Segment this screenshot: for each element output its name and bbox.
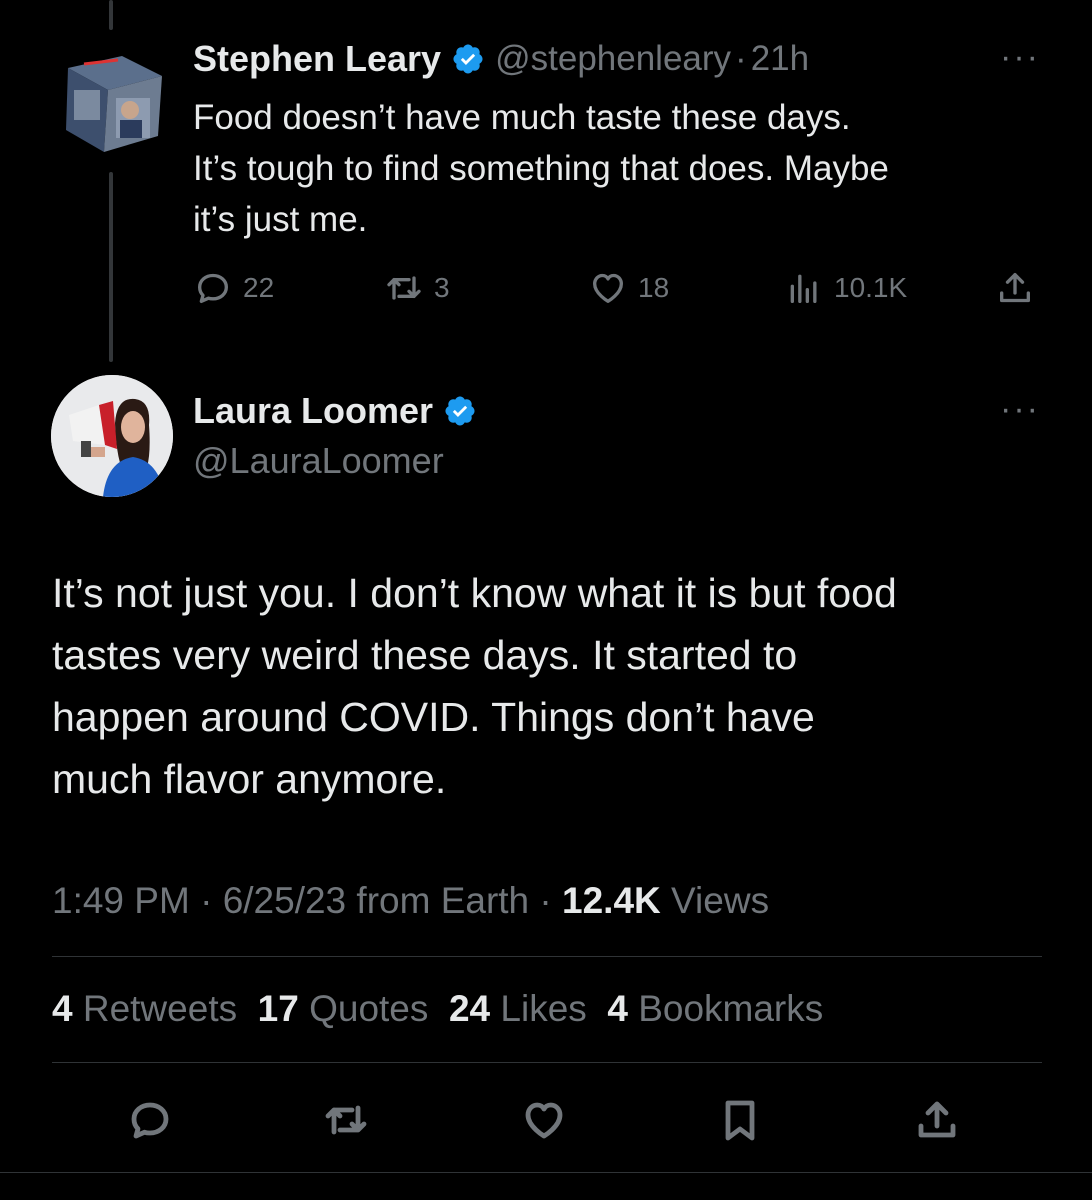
reply-to-line: Food doesn’t have much taste these days.	[193, 98, 851, 137]
likes-stat[interactable]: 24 Likes	[449, 988, 587, 1029]
divider	[0, 1172, 1092, 1173]
retweets-stat[interactable]: 4 Retweets	[52, 988, 237, 1029]
retweet-button[interactable]: 3	[384, 268, 450, 308]
like-count: 18	[638, 272, 670, 303]
tweet-line: happen around COVID. Things don’t have	[52, 694, 815, 740]
reply-icon	[198, 273, 228, 303]
share-button[interactable]	[995, 268, 1035, 308]
reply-icon	[131, 1102, 169, 1139]
likes-label: Likes	[500, 988, 587, 1029]
share-button[interactable]	[913, 1096, 961, 1149]
retweets-count: 4	[52, 988, 73, 1029]
bookmarks-stat[interactable]: 4 Bookmarks	[607, 988, 823, 1029]
reply-to-line: it’s just me.	[193, 200, 368, 239]
retweets-label: Retweets	[82, 988, 238, 1029]
bookmarks-label: Bookmarks	[638, 988, 824, 1029]
views-button[interactable]: 10.1K	[784, 268, 907, 308]
retweet-count: 3	[434, 272, 450, 303]
retweet-icon	[325, 1105, 367, 1135]
reply-count: 22	[243, 272, 275, 303]
likes-count: 24	[448, 988, 491, 1029]
like-button[interactable]	[520, 1096, 568, 1149]
author-name[interactable]: Laura Loomer	[193, 390, 433, 432]
views-total: 12.4K	[562, 880, 661, 921]
main-tweet-header: Laura Loomer	[193, 390, 477, 432]
separator: ·	[200, 880, 213, 921]
heart-icon	[593, 273, 623, 303]
reply-to-handle[interactable]: @stephenleary	[495, 39, 731, 79]
bookmark-icon	[725, 1100, 755, 1141]
tweet-meta: 1:49 PM · 6/25/23 from Earth · 12.4K Vie…	[52, 880, 769, 922]
tweet-line: much flavor anymore.	[52, 756, 447, 802]
bar-chart-icon	[790, 274, 817, 303]
reply-to-time[interactable]: 21h	[751, 39, 809, 79]
thread-line-top	[109, 0, 113, 30]
avatar-laura-loomer[interactable]	[51, 375, 173, 497]
tweet-source: from Earth	[356, 880, 530, 921]
bookmark-button[interactable]	[716, 1096, 764, 1149]
heart-icon	[525, 1102, 563, 1139]
verified-badge-icon	[443, 394, 477, 428]
bookmarks-count: 4	[607, 988, 628, 1029]
reply-to-name[interactable]: Stephen Leary	[193, 38, 441, 80]
more-options-icon[interactable]: ···	[1000, 38, 1040, 77]
avatar-stephen-leary[interactable]	[58, 50, 166, 156]
like-button[interactable]: 18	[588, 268, 669, 308]
views-count: 10.1K	[834, 272, 908, 303]
views-label: Views	[671, 880, 770, 921]
share-icon	[918, 1101, 956, 1138]
author-handle[interactable]: @LauraLoomer	[193, 440, 444, 482]
reply-to-text: Food doesn’t have much taste these days.…	[193, 92, 889, 245]
quotes-label: Quotes	[309, 988, 429, 1029]
tweet-text: It’s not just you. I don’t know what it …	[52, 562, 897, 810]
reply-to-header: Stephen Leary @stephenleary · 21h	[193, 38, 809, 80]
separator: ·	[539, 880, 552, 921]
thread-line	[109, 172, 113, 362]
tweet-time[interactable]: 1:49 PM	[52, 880, 190, 921]
engagement-stats: 4 Retweets 17 Quotes 24 Likes 4 Bookmark…	[52, 988, 823, 1030]
retweet-icon	[387, 276, 421, 300]
quotes-count: 17	[257, 988, 299, 1029]
retweet-button[interactable]	[322, 1096, 370, 1149]
separator: ·	[735, 39, 747, 78]
tweet-line: tastes very weird these days. It started…	[52, 632, 798, 678]
tweet-date[interactable]: 6/25/23	[223, 880, 346, 921]
divider	[52, 1062, 1042, 1063]
share-icon	[1000, 273, 1030, 303]
more-options-icon[interactable]: ···	[1000, 390, 1040, 429]
reply-button[interactable]	[126, 1096, 174, 1149]
tweet-line: It’s not just you. I don’t know what it …	[52, 570, 897, 616]
verified-badge-icon	[451, 42, 485, 76]
quotes-stat[interactable]: 17 Quotes	[258, 988, 429, 1029]
divider	[52, 956, 1042, 957]
reply-to-line: It’s tough to find something that does. …	[193, 149, 889, 188]
reply-button[interactable]: 22	[193, 268, 274, 308]
